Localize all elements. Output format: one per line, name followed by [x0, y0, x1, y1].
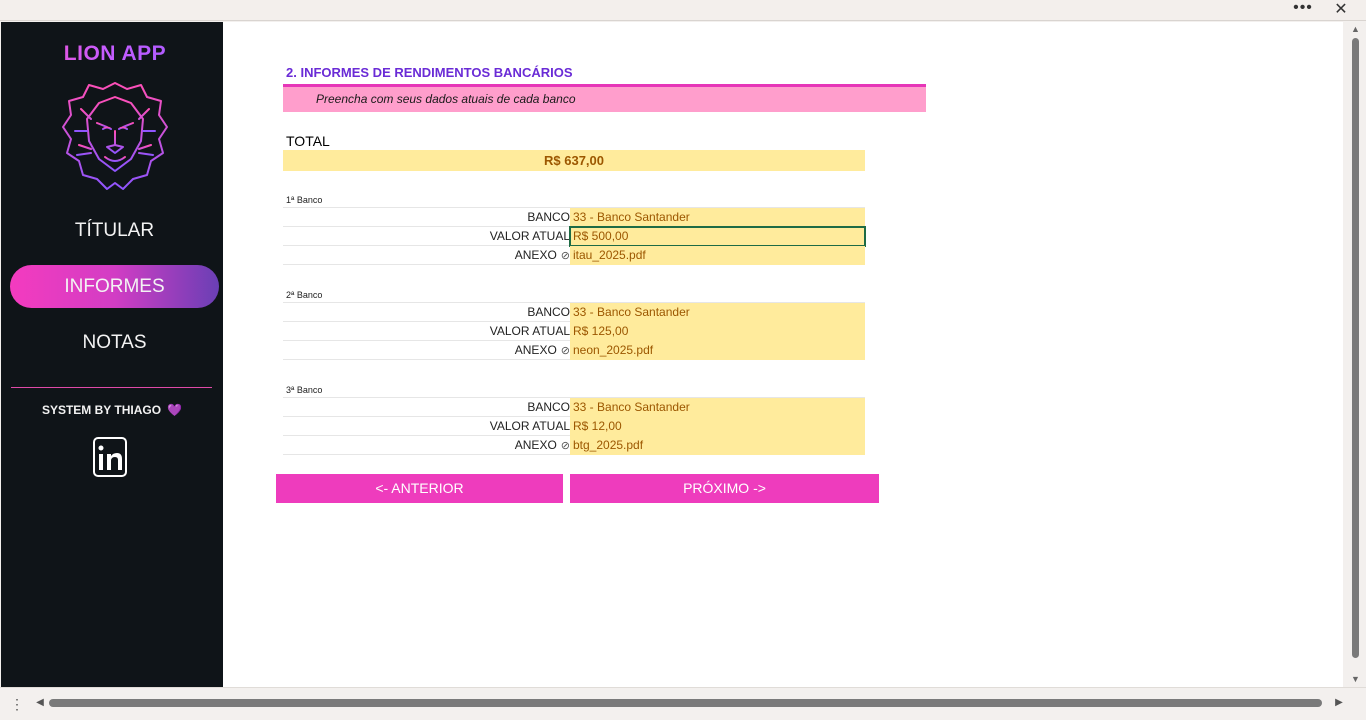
anexo-label: ANEXO: [514, 343, 557, 357]
bank-3-anexo-row: ANEXO ⊘ btg_2025.pdf: [283, 436, 865, 455]
valor-label: VALOR ATUAL: [489, 229, 570, 243]
scroll-down-icon[interactable]: ▼: [1349, 674, 1362, 686]
app-brand: LION APP: [1, 42, 229, 66]
bank-2-banco-row: BANCO 33 - Banco Santander: [283, 302, 865, 322]
paperclip-icon[interactable]: ⊘: [561, 247, 570, 266]
paperclip-icon[interactable]: ⊘: [561, 342, 570, 361]
bank-2-banco-field[interactable]: 33 - Banco Santander: [570, 303, 865, 322]
bank-3-label: 3ª Banco: [286, 385, 323, 395]
anexo-label-wrap: ANEXO ⊘: [515, 341, 570, 360]
vertical-scroll-thumb[interactable]: [1352, 38, 1359, 658]
next-button[interactable]: PRÓXIMO ->: [570, 474, 879, 503]
bank-3-anexo-field[interactable]: btg_2025.pdf: [570, 436, 865, 455]
paperclip-icon[interactable]: ⊘: [561, 437, 570, 456]
anexo-label-wrap: ANEXO ⊘: [515, 246, 570, 265]
bank-3-valor-row: VALOR ATUAL R$ 12,00: [283, 417, 865, 436]
scroll-right-icon[interactable]: ▶: [1333, 697, 1345, 711]
bank-1-banco-field[interactable]: 33 - Banco Santander: [570, 208, 865, 227]
anexo-label: ANEXO: [514, 248, 557, 262]
bank-2-anexo-row: ANEXO ⊘ neon_2025.pdf: [283, 341, 865, 360]
bank-1-banco-row: BANCO 33 - Banco Santander: [283, 207, 865, 227]
nav-titular[interactable]: TÍTULAR: [10, 209, 219, 252]
horizontal-scroll-thumb[interactable]: [49, 699, 1322, 707]
valor-label: VALOR ATUAL: [489, 324, 570, 338]
nav-informes[interactable]: INFORMES: [10, 265, 219, 308]
banco-label: BANCO: [527, 305, 570, 319]
anexo-label: ANEXO: [514, 438, 557, 452]
anexo-label-wrap: ANEXO ⊘: [515, 436, 570, 455]
previous-button[interactable]: <- ANTERIOR: [276, 474, 563, 503]
bank-1-anexo-field[interactable]: itau_2025.pdf: [570, 246, 865, 265]
bank-1-valor-field[interactable]: R$ 500,00: [569, 226, 866, 247]
valor-label: VALOR ATUAL: [489, 419, 570, 433]
total-label: TOTAL: [286, 133, 330, 149]
bank-2-label: 2ª Banco: [286, 290, 323, 300]
lion-logo-icon: [62, 82, 168, 190]
section-title: 2. INFORMES DE RENDIMENTOS BANCÁRIOS: [286, 65, 573, 80]
banco-label: BANCO: [527, 400, 570, 414]
section-subtitle: Preencha com seus dados atuais de cada b…: [316, 92, 576, 106]
bank-3-banco-field[interactable]: 33 - Banco Santander: [570, 398, 865, 417]
bank-3-banco-row: BANCO 33 - Banco Santander: [283, 397, 865, 417]
close-icon[interactable]: ✕: [1333, 1, 1349, 19]
nav-notas[interactable]: NOTAS: [10, 321, 219, 364]
linkedin-icon[interactable]: [93, 437, 127, 477]
bank-1-label: 1ª Banco: [286, 195, 323, 205]
more-horizontal-icon[interactable]: •••: [1293, 0, 1313, 20]
sidebar-divider: [11, 387, 212, 388]
heart-icon: 💜: [167, 403, 183, 417]
bank-2-valor-row: VALOR ATUAL R$ 125,00: [283, 322, 865, 341]
horizontal-scrollbar[interactable]: ⋮ ◀ ▶: [0, 687, 1366, 720]
total-value: R$ 637,00: [544, 153, 604, 168]
scroll-left-icon[interactable]: ◀: [34, 697, 46, 711]
scroll-up-icon[interactable]: ▲: [1349, 24, 1362, 36]
bank-2-valor-field[interactable]: R$ 125,00: [570, 322, 865, 341]
bank-3-valor-field[interactable]: R$ 12,00: [570, 417, 865, 436]
bank-1-anexo-row: ANEXO ⊘ itau_2025.pdf: [283, 246, 865, 265]
system-by-text: SYSTEM BY THIAGO: [41, 403, 162, 417]
banco-label: BANCO: [527, 210, 570, 224]
bank-1-valor-row: VALOR ATUAL R$ 500,00: [283, 226, 866, 247]
bank-2-anexo-field[interactable]: neon_2025.pdf: [570, 341, 865, 360]
sidebar: LION APP TÍTULAR INFORMES NOTAS SYSTEM B…: [1, 22, 223, 687]
system-by-label: SYSTEM BY THIAGO 💜: [1, 403, 223, 417]
window-titlebar: ••• ✕: [0, 0, 1366, 21]
vertical-scrollbar[interactable]: ▲ ▼: [1347, 22, 1364, 687]
sheet-options-icon[interactable]: ⋮: [10, 696, 24, 712]
